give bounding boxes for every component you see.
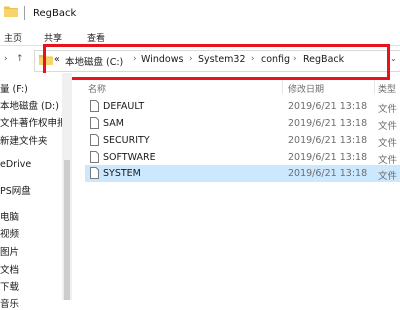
sidebar-item-documents[interactable]: 文档 <box>0 262 19 276</box>
sidebar-item-new-folder[interactable]: 新建文件夹 <box>0 133 48 147</box>
up-icon[interactable]: ↑ <box>16 54 24 64</box>
column-header-type[interactable]: 类型 <box>378 82 396 95</box>
file-type: 文件 <box>378 104 398 115</box>
tab-home[interactable]: 主页 <box>4 31 22 44</box>
file-date: 2019/6/21 13:18 <box>288 152 368 163</box>
file-name: SOFTWARE <box>103 152 156 163</box>
file-icon <box>90 151 99 163</box>
sidebar-item-videos[interactable]: 视频 <box>0 226 19 240</box>
file-icon <box>90 117 99 129</box>
sidebar-item-drive-f[interactable]: 量 (F:) <box>0 81 28 95</box>
scrollbar-thumb[interactable] <box>64 160 70 300</box>
folder-icon <box>4 6 18 17</box>
file-name: SECURITY <box>103 135 150 146</box>
file-type: 文件 <box>378 155 398 166</box>
file-name: SYSTEM <box>103 168 141 179</box>
column-divider[interactable] <box>282 80 283 94</box>
file-icon <box>90 167 99 179</box>
file-type: 文件 <box>378 171 398 182</box>
title-separator <box>24 6 25 20</box>
file-date: 2019/6/21 13:18 <box>288 168 368 179</box>
sidebar-item-this-pc[interactable]: 电脑 <box>0 209 19 223</box>
file-name: DEFAULT <box>103 101 145 112</box>
sidebar-item-music[interactable]: 音乐 <box>0 296 19 310</box>
address-highlight-box <box>43 44 390 80</box>
sidebar-item-onedrive[interactable]: eDrive <box>0 159 31 170</box>
column-header-date[interactable]: 修改日期 <box>288 82 324 95</box>
sidebar-item-drive-d[interactable]: 本地磁盘 (D:) <box>0 98 59 112</box>
file-type: 文件 <box>378 138 398 149</box>
file-name: SAM <box>103 118 124 129</box>
file-date: 2019/6/21 13:18 <box>288 101 368 112</box>
column-divider[interactable] <box>374 80 375 94</box>
file-icon <box>90 100 99 112</box>
sidebar-item-copyright-folder[interactable]: 文件著作权申报 <box>0 115 67 129</box>
file-icon <box>90 134 99 146</box>
column-header-name[interactable]: 名称 <box>88 82 106 95</box>
sidebar-item-pictures[interactable]: 图片 <box>0 244 19 258</box>
tab-share[interactable]: 共享 <box>44 31 62 44</box>
sidebar-item-downloads[interactable]: 下载 <box>0 279 19 293</box>
window-title: RegBack <box>33 8 77 19</box>
tab-view[interactable]: 查看 <box>87 31 105 44</box>
file-date: 2019/6/21 13:18 <box>288 135 368 146</box>
file-date: 2019/6/21 13:18 <box>288 118 368 129</box>
file-type: 文件 <box>378 121 398 132</box>
forward-icon[interactable]: › <box>4 54 8 64</box>
sidebar-item-wps-drive[interactable]: PS网盘 <box>0 183 31 197</box>
chevron-down-icon[interactable]: ⌄ <box>390 54 397 63</box>
